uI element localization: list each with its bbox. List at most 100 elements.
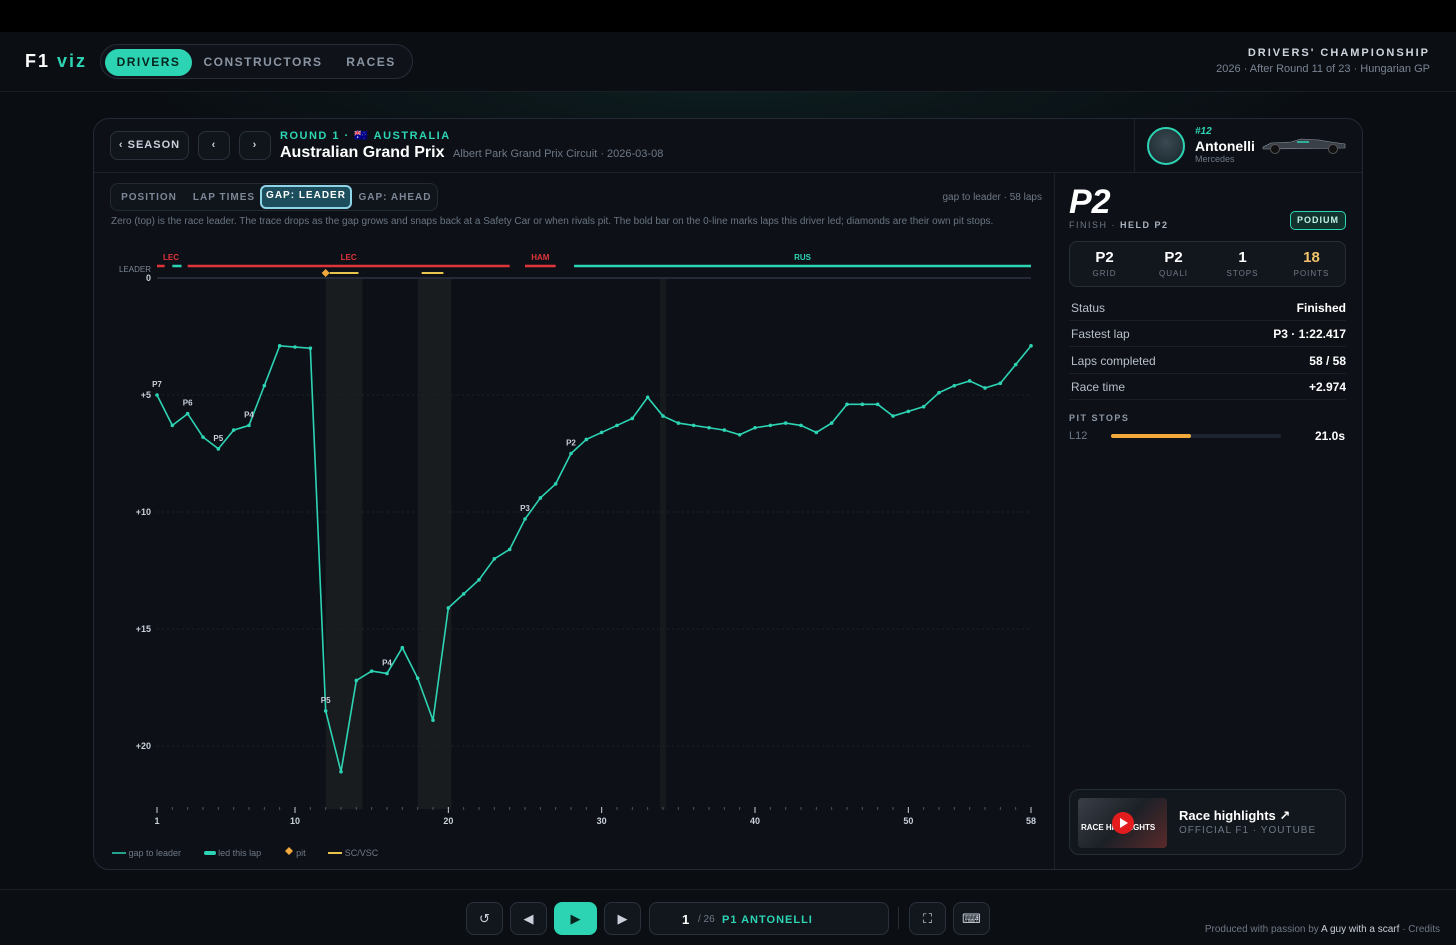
gap-point: [492, 557, 497, 561]
nav-tab-drivers[interactable]: DRIVERS: [105, 49, 192, 76]
credits: Produced with passion by A guy with a sc…: [1205, 924, 1440, 935]
info-row-laps: Laps completed 58 / 58: [1069, 348, 1346, 374]
total-laps: / 26: [698, 914, 715, 925]
gap-point: [737, 432, 742, 437]
keyboard-button[interactable]: ⌨: [953, 902, 990, 935]
championship-status: DRIVERS' CHAMPIONSHIP 2026 · After Round…: [1216, 47, 1430, 75]
gap-point: [1013, 362, 1018, 367]
gap-point: [354, 678, 359, 683]
logo-accent: viz: [57, 51, 88, 71]
pit-duration-fill: [1111, 434, 1191, 438]
position-label: P4: [244, 410, 254, 419]
leader-bar-label: LEC: [341, 253, 357, 262]
pit-duration-bar: [1111, 434, 1281, 438]
prev-race-button[interactable]: ‹: [198, 131, 230, 160]
play-button[interactable]: ▶: [554, 902, 597, 935]
gap-point: [645, 395, 650, 400]
x-tick-label: 40: [750, 816, 760, 826]
restart-icon: ↺: [479, 911, 490, 926]
driver-card[interactable]: #12 Antonelli Mercedes: [1134, 119, 1362, 173]
nav-tab-constructors[interactable]: CONSTRUCTORS: [198, 49, 328, 76]
gap-point: [860, 402, 865, 407]
gap-point: [323, 709, 328, 713]
info-key: Fastest lap: [1071, 327, 1130, 341]
championship-title: DRIVERS' CHAMPIONSHIP: [1247, 47, 1430, 59]
gap-point: [308, 346, 313, 350]
x-tick-label: 20: [443, 816, 453, 826]
gap-chart[interactable]: 0 +5 +10 +15 +20 LEADER LEC LEC HAM RUS 1 10 20 30 40 5…: [94, 239, 1052, 839]
gap-point: [231, 428, 236, 432]
gap-point: [691, 423, 696, 428]
y-tick-label: +20: [136, 741, 151, 751]
gap-point: [538, 496, 543, 500]
gap-point: [722, 428, 727, 432]
info-value: +2.974: [1308, 380, 1346, 394]
leader-bar-label: RUS: [794, 253, 812, 262]
driver-team: Mercedes: [1195, 154, 1235, 164]
stat-grid: P2 GRID: [1070, 249, 1139, 278]
held-text: HELD P2: [1120, 220, 1169, 230]
race-card-header: ‹ SEASON ‹ › ROUND 1 · 🇦🇺 AUSTRALIA Aust…: [94, 119, 1362, 173]
finish-label: FINISH · HELD P2: [1069, 220, 1169, 230]
step-forward-button[interactable]: ▶: [604, 902, 641, 935]
stat-quali: P2 QUALI: [1139, 249, 1208, 278]
restart-button[interactable]: ↺: [466, 902, 503, 935]
info-key: Laps completed: [1071, 354, 1156, 368]
fullscreen-button[interactable]: ⛶: [909, 902, 946, 935]
driver-avatar: [1147, 127, 1185, 165]
stat-value: 1: [1238, 249, 1247, 266]
credits-author[interactable]: A guy with a scarf: [1321, 924, 1399, 935]
race-card: ‹ SEASON ‹ › ROUND 1 · 🇦🇺 AUSTRALIA Aust…: [93, 118, 1363, 870]
lap-indicator[interactable]: 1 / 26 P1 ANTONELLI: [649, 902, 889, 935]
info-key: Status: [1071, 301, 1106, 315]
gap-point: [998, 381, 1003, 386]
play-icon: ▶: [570, 911, 581, 926]
gap-point: [446, 606, 451, 610]
y-tick-label: +5: [141, 390, 151, 400]
gap-point: [891, 414, 895, 418]
gap-point: [216, 447, 221, 451]
tab-lap-times[interactable]: LAP TIMES: [187, 187, 261, 209]
race-highlights-card[interactable]: RACE HIGHLIGHTS Race highlights ↗ OFFICI…: [1069, 789, 1346, 855]
tab-position[interactable]: POSITION: [115, 187, 183, 209]
view-tabs: POSITION LAP TIMES GAP: LEADER GAP: AHEA…: [110, 183, 438, 211]
position-label: P3: [520, 504, 530, 513]
tab-gap-leader[interactable]: GAP: LEADER: [260, 185, 352, 209]
logo[interactable]: F1 viz: [25, 51, 87, 72]
position-label: P5: [213, 434, 223, 443]
nav-tab-races[interactable]: RACES: [333, 49, 409, 76]
gap-point: [783, 421, 788, 425]
gap-note: gap to leader · 58 laps: [942, 192, 1042, 203]
stat-label: POINTS: [1293, 269, 1330, 278]
tab-gap-ahead[interactable]: GAP: AHEAD: [357, 187, 433, 209]
driver-name: Antonelli: [1195, 138, 1255, 154]
chart-description: Zero (top) is the race leader. The trace…: [111, 216, 994, 227]
gap-point: [753, 425, 757, 430]
info-row-status: Status Finished: [1069, 295, 1346, 321]
gap-point: [569, 451, 573, 456]
legend-label: gap to leader: [128, 848, 182, 858]
race-subtitle: Albert Park Grand Prix Circuit · 2026-03…: [453, 148, 664, 160]
credits-link[interactable]: · Credits: [1402, 924, 1440, 935]
driver-number: #12: [1195, 126, 1212, 137]
legend-item-pit: pit: [284, 846, 316, 858]
position-label: P4: [382, 658, 392, 667]
next-race-button[interactable]: ›: [239, 131, 271, 160]
gap-point: [201, 435, 205, 439]
gap-point: [293, 345, 297, 349]
gap-point: [461, 592, 466, 596]
pit-lap: L12: [1069, 430, 1088, 442]
stat-value: 18: [1303, 249, 1320, 266]
highlight-lap-band: [660, 279, 666, 809]
step-back-button[interactable]: ◀: [510, 902, 547, 935]
season-button[interactable]: ‹ SEASON: [110, 131, 189, 160]
gap-point: [707, 425, 711, 430]
stat-label: QUALI: [1158, 269, 1188, 278]
gap-point: [385, 671, 389, 676]
y-tick-label: +10: [136, 507, 151, 517]
gap-point: [400, 645, 405, 650]
legend-item-gap: gap to leader: [112, 848, 191, 858]
position-label: P5: [321, 696, 331, 705]
gap-point: [369, 669, 374, 673]
gap-line: [156, 345, 1032, 772]
